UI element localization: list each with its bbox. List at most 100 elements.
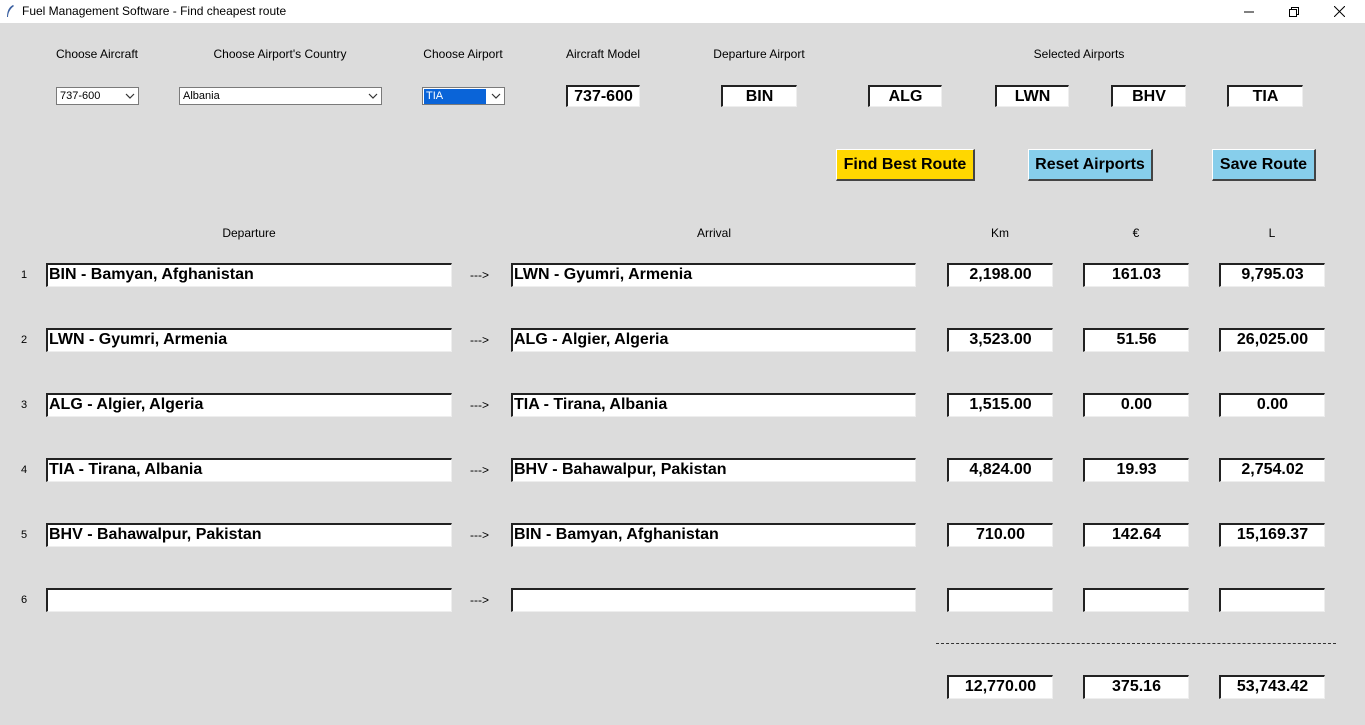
liters-field: [1219, 588, 1325, 612]
restore-button[interactable]: [1271, 0, 1317, 23]
row-number: 4: [21, 464, 28, 476]
liters-value: 15,169.37: [1236, 526, 1309, 543]
departure-value: ALG - Algier, Algeria: [49, 396, 204, 413]
eur-field: [1083, 588, 1189, 612]
route-arrow: --->: [470, 398, 489, 412]
arrival-field[interactable]: LWN - Gyumri, Armenia: [511, 263, 916, 287]
selected-airport-value: ALG: [888, 88, 923, 105]
country-select-value: Albania: [183, 90, 220, 102]
total-eur-field: 375.16: [1083, 675, 1189, 699]
departure-field[interactable]: [46, 588, 452, 612]
airport-select[interactable]: TIA: [422, 87, 505, 105]
selected-airport-field: ALG: [868, 85, 942, 107]
eur-field: 0.00: [1083, 393, 1189, 417]
selected-airport-field: TIA: [1227, 85, 1303, 107]
km-value: 1,515.00: [969, 396, 1032, 413]
choose-aircraft-label: Choose Aircraft: [55, 47, 139, 61]
liters-field: 26,025.00: [1219, 328, 1325, 352]
eur-value: 161.03: [1112, 266, 1161, 283]
km-field: 2,198.00: [947, 263, 1053, 287]
eur-value: 142.64: [1112, 526, 1161, 543]
choose-airport-label: Choose Airport: [423, 47, 503, 61]
departure-field[interactable]: LWN - Gyumri, Armenia: [46, 328, 452, 352]
km-field: 1,515.00: [947, 393, 1053, 417]
title-bar: Fuel Management Software - Find cheapest…: [0, 0, 1365, 23]
km-value: 2,198.00: [969, 266, 1032, 283]
minimize-button[interactable]: [1226, 0, 1272, 23]
total-liters-field: 53,743.42: [1219, 675, 1325, 699]
route-arrow: --->: [470, 268, 489, 282]
departure-field[interactable]: BIN - Bamyan, Afghanistan: [46, 263, 452, 287]
country-select[interactable]: Albania: [179, 87, 382, 105]
arrival-field[interactable]: [511, 588, 916, 612]
aircraft-select[interactable]: 737-600: [56, 87, 139, 105]
arrival-value: LWN - Gyumri, Armenia: [514, 266, 693, 283]
departure-field[interactable]: BHV - Bahawalpur, Pakistan: [46, 523, 452, 547]
departure-airport-value: BIN: [745, 88, 774, 105]
eur-value: 19.93: [1116, 461, 1157, 478]
minimize-icon: [1244, 11, 1254, 12]
liters-field: 15,169.37: [1219, 523, 1325, 547]
eur-field: 51.56: [1083, 328, 1189, 352]
departure-value: LWN - Gyumri, Armenia: [49, 331, 228, 348]
km-field: 3,523.00: [947, 328, 1053, 352]
km-field: 710.00: [947, 523, 1053, 547]
departure-airport-field: BIN: [721, 85, 797, 107]
arrival-field[interactable]: ALG - Algier, Algeria: [511, 328, 916, 352]
eur-header: €: [1132, 226, 1140, 240]
arrival-field[interactable]: TIA - Tirana, Albania: [511, 393, 916, 417]
arrival-field[interactable]: BHV - Bahawalpur, Pakistan: [511, 458, 916, 482]
reset-airports-button[interactable]: Reset Airports: [1028, 149, 1153, 181]
selected-airports-label: Selected Airports: [1033, 47, 1125, 61]
departure-value: BIN - Bamyan, Afghanistan: [49, 266, 254, 283]
find-best-route-button[interactable]: Find Best Route: [836, 149, 975, 181]
feather-icon: [5, 4, 15, 18]
km-header: Km: [991, 226, 1009, 240]
eur-field: 19.93: [1083, 458, 1189, 482]
km-value: 3,523.00: [969, 331, 1032, 348]
row-number: 6: [21, 594, 28, 606]
arrival-field[interactable]: BIN - Bamyan, Afghanistan: [511, 523, 916, 547]
departure-value: BHV - Bahawalpur, Pakistan: [49, 526, 262, 543]
liters-value: 2,754.02: [1241, 461, 1304, 478]
departure-field[interactable]: TIA - Tirana, Albania: [46, 458, 452, 482]
route-arrow: --->: [470, 593, 489, 607]
choose-country-label: Choose Airport's Country: [213, 47, 347, 61]
total-liters-value: 53,743.42: [1236, 678, 1309, 695]
chevron-down-icon: [491, 93, 501, 99]
total-eur-value: 375.16: [1112, 678, 1161, 695]
route-arrow: --->: [470, 463, 489, 477]
departure-header: Departure: [222, 226, 276, 240]
km-field: 4,824.00: [947, 458, 1053, 482]
row-number: 1: [21, 269, 28, 281]
window-title: Fuel Management Software - Find cheapest…: [22, 4, 287, 18]
restore-icon: [1289, 6, 1299, 17]
departure-field[interactable]: ALG - Algier, Algeria: [46, 393, 452, 417]
selected-airport-field: LWN: [995, 85, 1069, 107]
arrival-value: TIA - Tirana, Albania: [514, 396, 668, 413]
route-arrow: --->: [470, 528, 489, 542]
aircraft-model-label: Aircraft Model: [565, 47, 641, 61]
total-km-value: 12,770.00: [964, 678, 1037, 695]
selected-airport-value: TIA: [1252, 88, 1279, 105]
save-route-button[interactable]: Save Route: [1212, 149, 1316, 181]
chevron-down-icon: [125, 93, 135, 99]
selected-airport-value: LWN: [1014, 88, 1051, 105]
km-value: 710.00: [976, 526, 1025, 543]
route-arrow: --->: [470, 333, 489, 347]
eur-field: 142.64: [1083, 523, 1189, 547]
departure-airport-label: Departure Airport: [713, 47, 805, 61]
departure-value: TIA - Tirana, Albania: [49, 461, 203, 478]
liters-field: 0.00: [1219, 393, 1325, 417]
selected-airport-value: BHV: [1132, 88, 1166, 105]
liters-value: 0.00: [1256, 396, 1289, 413]
km-field: [947, 588, 1053, 612]
row-number: 2: [21, 334, 28, 346]
row-number: 3: [21, 399, 28, 411]
liters-value: 26,025.00: [1236, 331, 1309, 348]
totals-divider: [936, 643, 1336, 644]
close-icon: [1333, 6, 1345, 17]
close-button[interactable]: [1316, 0, 1362, 23]
liters-value: 9,795.03: [1241, 266, 1304, 283]
liters-field: 2,754.02: [1219, 458, 1325, 482]
